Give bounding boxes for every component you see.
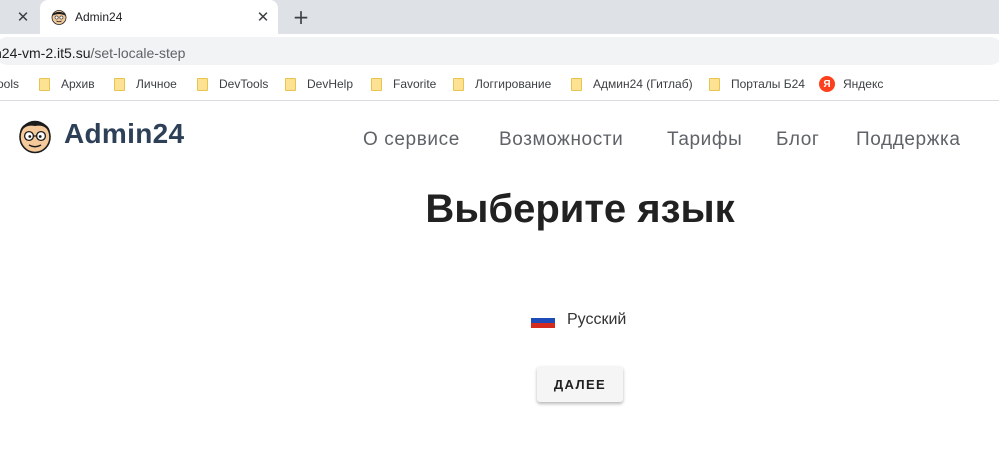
- folder-icon: [371, 77, 382, 91]
- tab-title: Admin24: [75, 10, 123, 24]
- bookmarks-bar: ools Архив Личное DevTools DevHelp Favor…: [0, 68, 999, 101]
- folder-icon: [571, 77, 582, 91]
- tab-close-icon[interactable]: ✕: [254, 8, 272, 26]
- nav-support[interactable]: Поддержка: [856, 129, 961, 151]
- bookmark-yandex[interactable]: Я Яндекс: [819, 76, 883, 92]
- nav-pricing[interactable]: Тарифы: [667, 129, 742, 151]
- address-bar: n24-vm-2.it5.su/set-locale-step: [0, 34, 999, 68]
- bookmark-favorite[interactable]: Favorite: [371, 76, 436, 92]
- flag-stripe-red: [531, 322, 555, 328]
- previous-tab-close-icon[interactable]: ✕: [14, 8, 32, 26]
- page-title: Выберите язык: [425, 187, 735, 231]
- bookmark-label: Архив: [61, 77, 95, 91]
- folder-icon: [39, 77, 50, 91]
- bookmark-personal[interactable]: Личное: [114, 76, 177, 92]
- url-text: n24-vm-2.it5.su/set-locale-step: [0, 45, 185, 61]
- folder-icon: [197, 77, 208, 91]
- site-logo-text[interactable]: Admin24: [64, 118, 184, 150]
- url-path: /set-locale-step: [90, 45, 186, 61]
- folder-icon: [453, 77, 464, 91]
- bookmark-label: DevHelp: [307, 77, 354, 91]
- next-button[interactable]: ДАЛЕЕ: [537, 366, 623, 402]
- russia-flag-icon: [531, 312, 555, 328]
- bookmark-label: Админ24 (Гитлаб): [593, 77, 693, 91]
- bookmark-archive[interactable]: Архив: [39, 76, 95, 92]
- bookmark-label: Порталы Б24: [731, 77, 805, 91]
- url-field[interactable]: n24-vm-2.it5.su/set-locale-step: [0, 37, 999, 65]
- bookmark-label: DevTools: [219, 77, 269, 91]
- nav-blog[interactable]: Блог: [776, 129, 819, 151]
- folder-icon: [285, 77, 296, 91]
- bookmark-tools[interactable]: ools: [0, 76, 19, 92]
- bookmark-label: Логгирование: [475, 77, 552, 91]
- folder-icon: [709, 77, 720, 91]
- bookmark-devhelp[interactable]: DevHelp: [285, 76, 353, 92]
- nav-about[interactable]: О сервисе: [363, 129, 460, 151]
- bookmark-label: Favorite: [393, 77, 437, 91]
- bookmark-logging[interactable]: Логгирование: [453, 76, 551, 92]
- bookmark-label: Личное: [136, 77, 177, 91]
- url-host: n24-vm-2.it5.su: [0, 45, 91, 61]
- bookmark-portals-b24[interactable]: Порталы Б24: [709, 76, 805, 92]
- bookmark-label: Яндекс: [843, 77, 884, 91]
- tab-admin24[interactable]: Admin24 ✕: [40, 0, 278, 34]
- language-label: Русский: [567, 311, 627, 328]
- new-tab-button[interactable]: +: [290, 5, 312, 29]
- folder-icon: [114, 77, 125, 91]
- bookmark-admin24-gitlab[interactable]: Админ24 (Гитлаб): [571, 76, 693, 92]
- nav-features[interactable]: Возможности: [499, 129, 623, 151]
- language-option-russian[interactable]: Русский: [531, 311, 626, 329]
- admin24-favicon-icon: [51, 10, 67, 25]
- yandex-icon: Я: [819, 76, 835, 92]
- admin24-logo-face-icon[interactable]: [16, 116, 54, 154]
- bookmark-label: ools: [0, 77, 20, 91]
- bookmark-devtools[interactable]: DevTools: [197, 76, 268, 92]
- tab-strip: ✕ Admin24 ✕ +: [0, 0, 999, 34]
